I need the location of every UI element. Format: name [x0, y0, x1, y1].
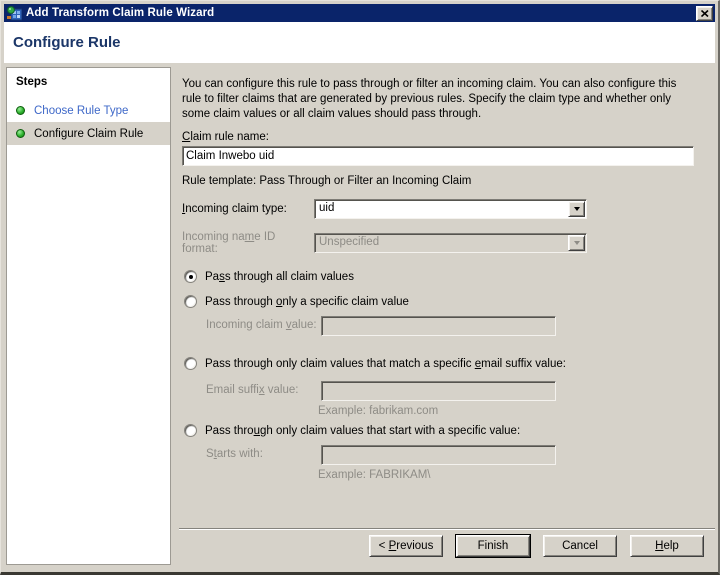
finish-button[interactable]: Finish [456, 535, 530, 557]
incoming-claim-value-row: Incoming claim value: [206, 313, 715, 336]
incoming-claim-value-label: Incoming claim value: [206, 319, 318, 331]
page-title: Configure Rule [13, 34, 121, 51]
incoming-claim-value-input [321, 316, 556, 336]
close-x-icon [701, 10, 709, 17]
radio-label: Pass through only claim values that matc… [205, 358, 566, 370]
incoming-name-id-format-row: Incoming name ID format: Unspecified [182, 231, 715, 255]
cancel-button[interactable]: Cancel [543, 535, 617, 557]
window-title: Add Transform Claim Rule Wizard [26, 7, 696, 19]
steps-sidebar: Steps Choose Rule Type Configure Claim R… [6, 67, 171, 565]
email-suffix-value-label: Email suffix value: [206, 384, 318, 396]
radio-pass-through-all[interactable]: Pass through all claim values [184, 270, 715, 283]
incoming-claim-type-row: Incoming claim type: uid [182, 199, 715, 219]
sidebar-item-configure-claim-rule: Configure Claim Rule [7, 122, 170, 145]
selected-claim-type: uid [315, 200, 567, 218]
email-suffix-value-row: Email suffix value: [206, 378, 715, 401]
radio-button-icon[interactable] [184, 357, 197, 370]
step-label: Configure Claim Rule [34, 128, 143, 140]
rule-template-text: Rule template: Pass Through or Filter an… [182, 175, 715, 187]
dropdown-arrow-button[interactable] [568, 201, 585, 217]
starts-with-row: Starts with: [206, 442, 715, 465]
dropdown-arrow-button [568, 235, 585, 251]
radio-label: Pass through only claim values that star… [205, 425, 520, 437]
incoming-name-id-format-label: Incoming name ID format: [182, 231, 314, 255]
radio-pass-through-specific-value[interactable]: Pass through only a specific claim value [184, 295, 715, 308]
green-step-bullet-icon [16, 106, 25, 115]
radio-button-icon[interactable] [184, 424, 197, 437]
chevron-down-icon [574, 207, 580, 211]
wizard-dialog: Add Transform Claim Rule Wizard Configur… [0, 0, 720, 575]
wizard-body: Steps Choose Rule Type Configure Claim R… [4, 63, 715, 569]
incoming-claim-type-select[interactable]: uid [314, 199, 587, 219]
radio-match-email-suffix[interactable]: Pass through only claim values that matc… [184, 357, 715, 370]
page-description: You can configure this rule to pass thro… [182, 77, 697, 122]
selected-name-id-format: Unspecified [315, 234, 567, 252]
sidebar-item-choose-rule-type: Choose Rule Type [7, 99, 170, 122]
previous-button[interactable]: < Previous [369, 535, 443, 557]
claim-rule-name-label: Claim rule name: [182, 131, 715, 143]
starts-with-label: Starts with: [206, 448, 318, 460]
radio-button-icon[interactable] [184, 295, 197, 308]
green-step-bullet-icon [16, 129, 25, 138]
step-label: Choose Rule Type [34, 105, 128, 117]
wizard-buttons: < Previous Finish Cancel Help [369, 535, 704, 557]
starts-with-example-text: Example: FABRIKAM\ [318, 469, 715, 481]
wizard-page-header: Configure Rule [4, 22, 715, 63]
steps-list: Choose Rule Type Configure Claim Rule [7, 99, 170, 145]
radio-button-icon[interactable] [184, 270, 197, 283]
email-suffix-value-input [321, 381, 556, 401]
help-button[interactable]: Help [630, 535, 704, 557]
claim-rule-wizard-icon [7, 6, 22, 21]
radio-label: Pass through only a specific claim value [205, 296, 409, 308]
radio-starts-with[interactable]: Pass through only claim values that star… [184, 424, 715, 437]
configure-rule-form: You can configure this rule to pass thro… [179, 63, 715, 569]
title-bar[interactable]: Add Transform Claim Rule Wizard [4, 4, 715, 22]
incoming-name-id-format-select: Unspecified [314, 233, 587, 253]
chevron-down-icon [574, 241, 580, 245]
footer-divider [179, 528, 715, 530]
claim-rule-name-input[interactable] [182, 146, 694, 166]
radio-label: Pass through all claim values [205, 271, 354, 283]
incoming-claim-type-label: Incoming claim type: [182, 203, 314, 215]
steps-heading: Steps [7, 68, 170, 88]
close-button[interactable] [696, 6, 713, 21]
starts-with-input [321, 445, 556, 465]
email-suffix-example-text: Example: fabrikam.com [318, 405, 715, 417]
